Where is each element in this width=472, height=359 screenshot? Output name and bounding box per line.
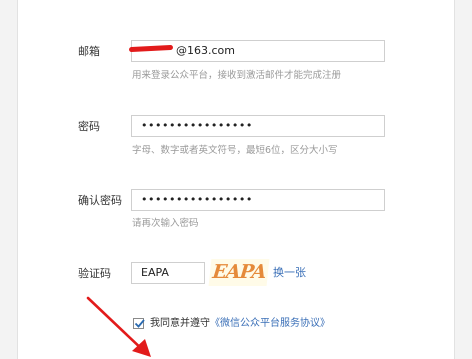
annotation-arrow-icon — [86, 296, 151, 357]
